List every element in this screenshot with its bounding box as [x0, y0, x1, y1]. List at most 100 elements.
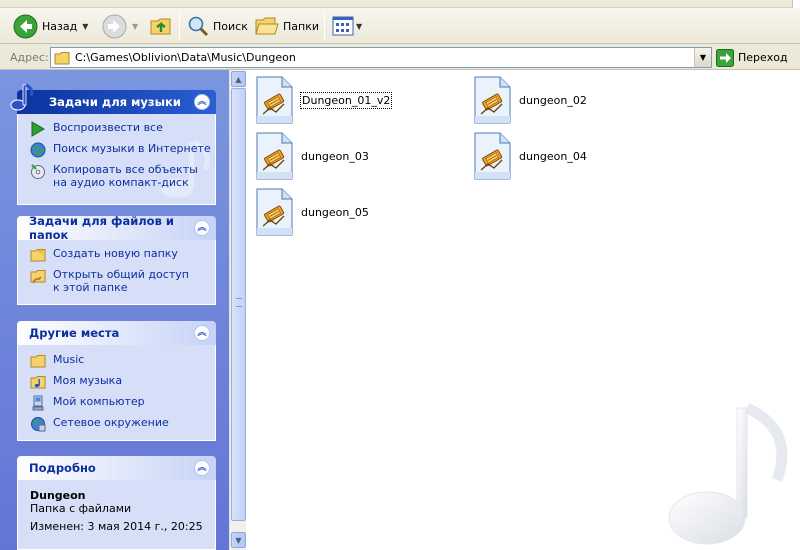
task-label: Открыть общий доступ к этой папке: [53, 268, 189, 294]
panel-title: Задачи для файлов и папок: [29, 214, 174, 242]
place-label: Моя музыка: [53, 374, 123, 387]
winamp-playlist-icon: [472, 76, 512, 124]
view-dropdown-icon[interactable]: ▼: [356, 22, 362, 31]
place-label: Сетевое окружение: [53, 416, 169, 429]
task-search-music-online[interactable]: Поиск музыки в Интернете: [30, 142, 215, 158]
address-path: C:\Games\Oblivion\Data\Music\Dungeon: [75, 51, 296, 64]
view-grid-icon: [332, 16, 354, 36]
music-tasks-header[interactable]: Задачи для музыки ︽: [10, 83, 216, 114]
scroll-up-button[interactable]: ▲: [231, 71, 246, 87]
task-copy-to-cd[interactable]: Копировать все объекты на аудио компакт-…: [30, 163, 205, 189]
file-name: dungeon_05: [301, 205, 369, 219]
folders-label: Папки: [283, 19, 319, 33]
go-arrow-icon: [716, 48, 734, 67]
back-button[interactable]: Назад ▼: [13, 11, 88, 41]
file-list: Dungeon_01_v2 dungeon_02 dungeon_03 dung…: [246, 70, 800, 550]
address-field[interactable]: C:\Games\Oblivion\Data\Music\Dungeon ▼: [50, 47, 712, 68]
panel-title: Другие места: [29, 326, 120, 340]
file-item[interactable]: dungeon_03: [254, 130, 370, 182]
forward-button[interactable]: ▼: [102, 11, 138, 41]
collapse-chevron-icon[interactable]: ︽: [194, 325, 210, 341]
forward-arrow-icon: [102, 14, 127, 38]
back-label: Назад: [42, 19, 78, 33]
toolbar-separator: [179, 13, 180, 41]
new-folder-icon: [30, 248, 46, 262]
collapse-chevron-icon[interactable]: ︽: [194, 220, 210, 236]
details-modified: Изменен: 3 мая 2014 г., 20:25: [30, 520, 203, 533]
details-folder-name: Dungeon: [30, 489, 86, 502]
address-dropdown-button[interactable]: ▼: [694, 48, 711, 67]
winamp-playlist-icon: [254, 76, 294, 124]
file-name: Dungeon_01_v2: [300, 91, 393, 109]
file-item[interactable]: dungeon_04: [472, 130, 588, 182]
network-icon: [31, 417, 46, 432]
winamp-playlist-icon: [254, 132, 294, 180]
music-note-icon: [10, 83, 34, 111]
details-header[interactable]: Подробно ︽: [17, 456, 216, 480]
scroll-down-button[interactable]: ▼: [231, 532, 246, 548]
search-label: Поиск: [213, 19, 248, 33]
file-name: dungeon_03: [301, 149, 369, 163]
folder-icon: [30, 355, 46, 368]
other-places-body: Music Моя музыка Мой компьютер Сетевое о…: [17, 345, 216, 441]
file-tasks-body: Создать новую папку Открыть общий доступ…: [17, 240, 216, 305]
other-places-header[interactable]: Другие места ︽: [17, 321, 216, 345]
scroll-thumb[interactable]: [231, 88, 246, 521]
play-icon: [31, 121, 45, 137]
folder-icon: [54, 51, 70, 64]
go-button[interactable]: Переход: [716, 47, 788, 68]
place-label: Music: [53, 353, 85, 366]
file-tasks-header[interactable]: Задачи для файлов и папок ︽: [17, 214, 216, 242]
folders-button[interactable]: Папки: [255, 11, 319, 41]
details-folder-type: Папка с файлами: [30, 502, 132, 515]
back-dropdown-icon[interactable]: ▼: [82, 22, 88, 31]
share-folder-icon: [30, 270, 46, 284]
chevron-up-icon: ▲: [235, 74, 242, 84]
search-icon: [188, 16, 209, 37]
details-body: Dungeon Папка с файлами Изменен: 3 мая 2…: [17, 480, 216, 550]
task-play-all[interactable]: Воспроизвести все: [30, 121, 215, 137]
go-label: Переход: [738, 51, 788, 64]
music-tasks-panel: Задачи для музыки ︽ Воспроизвести все По…: [10, 83, 216, 205]
winamp-playlist-icon: [472, 132, 512, 180]
task-label: Создать новую папку: [53, 247, 178, 260]
chevron-down-icon: ▼: [699, 53, 707, 62]
place-label: Мой компьютер: [53, 395, 145, 408]
task-label: Поиск музыки в Интернете: [53, 142, 211, 155]
folders-icon: [255, 17, 279, 35]
computer-icon: [32, 395, 44, 411]
toolbar: Назад ▼ ▼ Поиск Папки ▼: [0, 8, 800, 44]
music-tasks-body: Воспроизвести все Поиск музыки в Интерне…: [17, 114, 216, 205]
chevron-down-icon: ▼: [235, 535, 242, 545]
address-bar: Адрес: C:\Games\Oblivion\Data\Music\Dung…: [0, 45, 800, 70]
task-new-folder[interactable]: Создать новую папку: [30, 247, 215, 263]
file-item[interactable]: dungeon_02: [472, 74, 588, 126]
window-corner: [792, 0, 800, 8]
task-label: Воспроизвести все: [53, 121, 163, 134]
view-button[interactable]: ▼: [332, 11, 362, 41]
place-my-computer[interactable]: Мой компьютер: [30, 395, 215, 411]
file-item[interactable]: dungeon_05: [254, 186, 370, 238]
panel-title: Подробно: [29, 461, 96, 475]
back-arrow-icon: [13, 14, 38, 38]
main-area: Задачи для музыки ︽ Воспроизвести все По…: [0, 70, 800, 550]
collapse-chevron-icon[interactable]: ︽: [194, 460, 210, 476]
task-pane-scrollbar[interactable]: ▲ ▼: [229, 70, 246, 550]
search-button[interactable]: Поиск: [187, 11, 248, 41]
file-name: dungeon_04: [519, 149, 587, 163]
forward-dropdown-icon[interactable]: ▼: [132, 22, 138, 31]
cd-copy-icon: [31, 164, 45, 179]
address-label: Адрес:: [10, 51, 49, 64]
task-label: Копировать все объекты на аудио компакт-…: [53, 163, 198, 189]
panel-title: Задачи для музыки: [49, 95, 181, 109]
place-network[interactable]: Сетевое окружение: [30, 416, 215, 432]
place-my-music[interactable]: Моя музыка: [30, 374, 215, 390]
file-item[interactable]: Dungeon_01_v2: [254, 74, 393, 126]
task-pane: Задачи для музыки ︽ Воспроизвести все По…: [0, 70, 229, 550]
collapse-chevron-icon[interactable]: ︽: [194, 94, 210, 110]
details-panel: Подробно ︽ Dungeon Папка с файлами Измен…: [17, 456, 216, 550]
place-music[interactable]: Music: [30, 353, 215, 369]
task-share-folder[interactable]: Открыть общий доступ к этой папке: [30, 268, 195, 294]
up-folder-button[interactable]: [150, 11, 172, 41]
file-name: dungeon_02: [519, 93, 587, 107]
